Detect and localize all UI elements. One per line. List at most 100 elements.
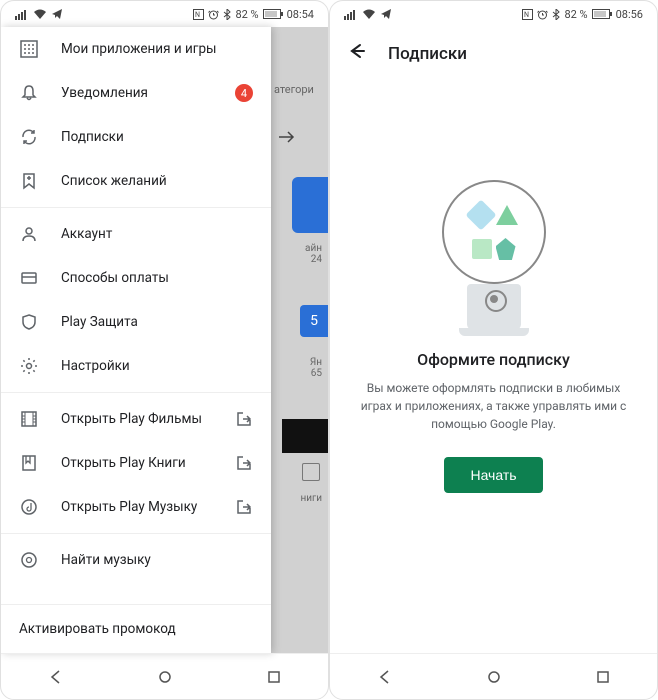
battery-pct: 82 %	[564, 8, 587, 21]
menu-label: Открыть Play Музыку	[61, 499, 213, 515]
status-left	[15, 8, 63, 20]
shield-icon	[19, 312, 39, 332]
gear-icon	[19, 356, 39, 376]
dark-card-partial	[282, 419, 328, 453]
nfc-icon: N	[522, 9, 533, 20]
back-button[interactable]	[348, 41, 368, 66]
blue-card-5: 5	[300, 305, 328, 337]
bluetooth-icon	[223, 9, 231, 20]
menu-open-music[interactable]: Открыть Play Музыку	[1, 485, 271, 529]
battery-pct: 82 %	[235, 8, 258, 21]
menu-label: Открыть Play Фильмы	[61, 411, 213, 427]
open-external-icon	[235, 410, 253, 428]
status-right: N 82 % 08:56	[522, 8, 643, 21]
menu-label: Подписки	[61, 129, 253, 145]
signal-icon	[344, 8, 358, 20]
battery-icon	[592, 9, 612, 19]
signal-icon	[15, 8, 29, 20]
book-icon	[19, 453, 39, 473]
empty-description: Вы можете оформлять подписки в любимых и…	[360, 379, 627, 433]
categories-partial: атегори	[274, 83, 322, 96]
menu-open-films[interactable]: Открыть Play Фильмы	[1, 397, 271, 441]
bell-icon	[19, 83, 39, 103]
system-navbar	[330, 653, 657, 699]
svg-text:N: N	[195, 11, 200, 19]
open-external-icon	[235, 454, 253, 472]
user-icon	[19, 224, 39, 244]
music-search-icon	[19, 550, 39, 570]
menu-payment[interactable]: Способы оплаты	[1, 256, 271, 300]
menu-promo[interactable]: Активировать промокод	[1, 604, 271, 653]
refresh-icon	[19, 127, 39, 147]
nav-drawer: Мои приложения и игры Уведомления 4 Подп…	[1, 27, 271, 653]
divider	[1, 533, 271, 534]
menu-protect[interactable]: Play Защита	[1, 300, 271, 344]
notification-badge: 4	[235, 84, 253, 102]
status-left	[344, 8, 392, 20]
page-title: Подписки	[388, 44, 467, 64]
nav-recents[interactable]	[264, 667, 284, 687]
empty-title: Оформите подписку	[417, 350, 570, 369]
menu-settings[interactable]: Настройки	[1, 344, 271, 388]
alarm-icon	[537, 9, 548, 20]
nav-home[interactable]	[155, 667, 175, 687]
card-icon	[19, 268, 39, 288]
menu-label: Способы оплаты	[61, 270, 253, 286]
menu-label: Мои приложения и игры	[61, 41, 253, 57]
status-right: N 82 % 08:54	[193, 8, 314, 21]
menu-label: Найти музыку	[61, 552, 253, 568]
open-external-icon	[235, 498, 253, 516]
menu-label: Настройки	[61, 358, 253, 374]
wifi-icon	[33, 8, 47, 20]
start-button[interactable]: Начать	[444, 457, 542, 493]
nav-back[interactable]	[375, 667, 395, 687]
menu-label: Аккаунт	[61, 226, 253, 242]
behind-65: 65	[311, 368, 328, 379]
film-icon	[19, 409, 39, 429]
svg-text:N: N	[524, 11, 529, 19]
divider	[1, 207, 271, 208]
music-icon	[19, 497, 39, 517]
clock-text: 08:54	[287, 8, 314, 21]
system-navbar	[1, 653, 328, 699]
status-bar: N 82 % 08:56	[330, 1, 657, 27]
arrow-icon	[278, 130, 296, 147]
menu-label: Открыть Play Книги	[61, 455, 213, 471]
nav-recents[interactable]	[593, 667, 613, 687]
nfc-icon: N	[193, 9, 204, 20]
behind-ya: Ян	[310, 357, 328, 368]
status-bar: N 82 % 08:54	[1, 1, 328, 27]
gumball-illustration	[439, 180, 549, 330]
bluetooth-icon	[552, 9, 560, 20]
telegram-icon	[51, 8, 63, 20]
battery-icon	[263, 9, 283, 19]
menu-label: Play Защита	[61, 314, 253, 330]
menu-wishlist[interactable]: Список желаний	[1, 159, 271, 203]
menu-label: Список желаний	[61, 173, 253, 189]
content-behind-drawer: атегори айн 24 5 Ян 65 ниги	[268, 27, 328, 653]
menu-notifications[interactable]: Уведомления 4	[1, 71, 271, 115]
books-icon-partial	[302, 463, 320, 481]
nav-home[interactable]	[484, 667, 504, 687]
behind-text-2: 24	[311, 254, 328, 265]
wifi-icon	[362, 8, 376, 20]
telegram-icon	[380, 8, 392, 20]
menu-subscriptions[interactable]: Подписки	[1, 115, 271, 159]
behind-text-1: айн	[305, 243, 328, 254]
menu-account[interactable]: Аккаунт	[1, 212, 271, 256]
phone-left: N 82 % 08:54 атегори айн 24 5 Ян 65 ниги…	[0, 0, 329, 700]
alarm-icon	[208, 9, 219, 20]
app-card-partial	[292, 177, 328, 233]
menu-my-apps[interactable]: Мои приложения и игры	[1, 27, 271, 71]
menu-open-books[interactable]: Открыть Play Книги	[1, 441, 271, 485]
menu-label: Уведомления	[61, 85, 213, 101]
bookmark-icon	[19, 171, 39, 191]
phone-right: N 82 % 08:56 Подписки Оформите подписку …	[329, 0, 658, 700]
subscriptions-empty-state: Оформите подписку Вы можете оформлять по…	[330, 80, 657, 493]
subscriptions-header: Подписки	[330, 27, 657, 80]
menu-find-music[interactable]: Найти музыку	[1, 538, 271, 582]
grid-icon	[19, 39, 39, 59]
books-label-partial: ниги	[268, 493, 328, 504]
nav-back[interactable]	[46, 667, 66, 687]
divider	[1, 392, 271, 393]
